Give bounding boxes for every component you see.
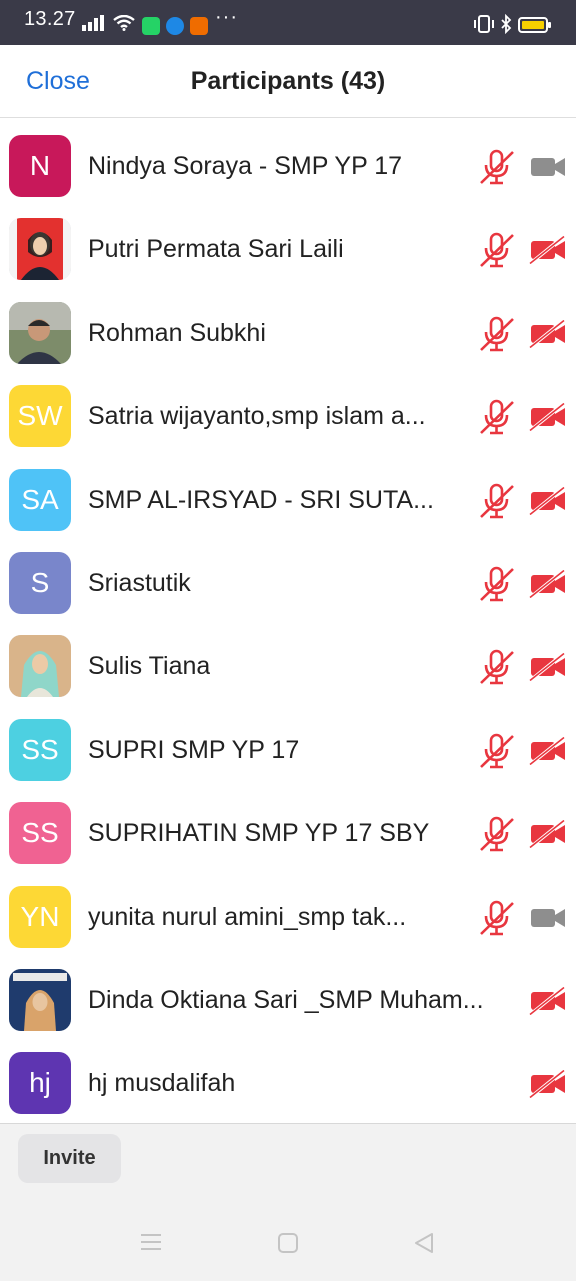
participant-name: Rohman Subkhi xyxy=(88,318,266,347)
mic-muted-icon[interactable] xyxy=(478,732,516,775)
status-bar: 13.27 ··· xyxy=(0,0,576,45)
back-icon[interactable] xyxy=(413,1232,435,1254)
video-off-icon[interactable] xyxy=(529,986,567,1020)
mic-muted-icon[interactable] xyxy=(478,648,516,691)
mic-muted-icon[interactable] xyxy=(478,315,516,358)
avatar-photo xyxy=(9,301,71,364)
participant-name: yunita nurul amini_smp tak... xyxy=(88,902,407,931)
video-off-icon[interactable] xyxy=(529,569,567,603)
avatar-initials: SS xyxy=(21,733,59,765)
mic-muted-icon[interactable] xyxy=(478,148,516,191)
status-time: 13.27 xyxy=(24,8,76,30)
participant-name: SUPRI SMP YP 17 xyxy=(88,735,300,764)
participant-name: Nindya Soraya - SMP YP 17 xyxy=(88,152,403,180)
avatar-initials: SA xyxy=(21,483,59,515)
mic-muted-icon[interactable] xyxy=(478,482,516,525)
avatar: SW xyxy=(9,385,71,448)
participant-row[interactable]: N Nindya Soraya - SMP YP 17 xyxy=(0,125,576,208)
avatar-initials: S xyxy=(30,566,50,598)
video-on-icon[interactable] xyxy=(529,153,567,186)
avatar: SA xyxy=(9,468,71,531)
avatar-initials: SW xyxy=(17,400,63,432)
mic-muted-icon[interactable] xyxy=(478,565,516,608)
video-off-icon[interactable] xyxy=(529,652,567,686)
page-title: Participants (43) xyxy=(190,67,386,95)
participant-row[interactable]: YN yunita nurul amini_smp tak... xyxy=(0,876,576,959)
participant-row[interactable]: S Sriastutik xyxy=(0,542,576,625)
mic-muted-icon[interactable] xyxy=(478,398,516,441)
battery-icon xyxy=(518,17,551,33)
whatsapp-icon xyxy=(142,17,160,35)
participant-name: Putri Permata Sari Laili xyxy=(88,235,344,264)
participant-row[interactable]: hj hj musdalifah xyxy=(0,1042,576,1125)
header: Close Participants (43) xyxy=(0,45,576,118)
avatar: SS xyxy=(9,718,71,781)
participant-name: Sriastutik xyxy=(88,568,191,597)
video-off-icon[interactable] xyxy=(529,319,567,353)
vibrate-icon xyxy=(474,15,494,33)
avatar: YN xyxy=(9,885,71,948)
video-off-icon[interactable] xyxy=(529,819,567,853)
avatar: N xyxy=(9,135,71,197)
bluetooth-icon xyxy=(501,14,512,34)
avatar-initials: hj xyxy=(29,1067,51,1099)
bottom-bar: Invite xyxy=(0,1123,576,1281)
home-icon[interactable] xyxy=(277,1232,299,1254)
video-off-icon[interactable] xyxy=(529,402,567,436)
mic-muted-icon[interactable] xyxy=(478,815,516,858)
mic-muted-icon[interactable] xyxy=(478,899,516,942)
participant-name: hj musdalifah xyxy=(88,1069,236,1098)
participant-row[interactable]: SW Satria wijayanto,smp islam a... xyxy=(0,375,576,458)
avatar-initials: N xyxy=(29,150,51,181)
participant-name: SUPRIHATIN SMP YP 17 SBY xyxy=(88,819,430,848)
more-notifications: ··· xyxy=(215,6,238,28)
avatar: S xyxy=(9,551,71,614)
invite-button[interactable]: Invite xyxy=(18,1134,121,1183)
participant-row[interactable]: Dinda Oktiana Sari _SMP Muham... xyxy=(0,959,576,1042)
avatar-initials: YN xyxy=(20,900,60,932)
mic-muted-icon[interactable] xyxy=(478,231,516,274)
video-off-icon[interactable] xyxy=(529,236,567,269)
avatar-photo xyxy=(9,968,71,1031)
wifi-icon xyxy=(113,15,135,31)
participant-name: Dinda Oktiana Sari _SMP Muham... xyxy=(88,985,483,1014)
participant-row[interactable]: Sulis Tiana xyxy=(0,625,576,708)
signal-icon xyxy=(82,15,104,31)
participant-row[interactable]: SA SMP AL-IRSYAD - SRI SUTA... xyxy=(0,459,576,542)
avatar: hj xyxy=(9,1052,71,1115)
participant-row[interactable]: Rohman Subkhi xyxy=(0,292,576,375)
participant-row[interactable]: SS SUPRIHATIN SMP YP 17 SBY xyxy=(0,792,576,875)
avatar-photo xyxy=(9,635,71,698)
participant-row[interactable]: SS SUPRI SMP YP 17 xyxy=(0,709,576,792)
avatar: SS xyxy=(9,802,71,865)
avatar-initials: SS xyxy=(21,817,59,849)
participant-name: SMP AL-IRSYAD - SRI SUTA... xyxy=(88,485,434,514)
video-off-icon[interactable] xyxy=(529,736,567,770)
participant-name: Sulis Tiana xyxy=(88,652,211,681)
menu-icon[interactable] xyxy=(140,1232,162,1252)
participant-name: Satria wijayanto,smp islam a... xyxy=(88,402,426,431)
app-icon xyxy=(166,17,184,35)
participant-row[interactable]: Putri Permata Sari Laili xyxy=(0,208,576,291)
video-off-icon[interactable] xyxy=(529,1069,567,1103)
video-on-icon[interactable] xyxy=(529,904,567,937)
avatar-photo xyxy=(9,218,71,281)
participant-list: N Nindya Soraya - SMP YP 17 Putri Permata… xyxy=(0,125,576,1126)
video-off-icon[interactable] xyxy=(529,486,567,520)
app-icon xyxy=(190,17,208,35)
